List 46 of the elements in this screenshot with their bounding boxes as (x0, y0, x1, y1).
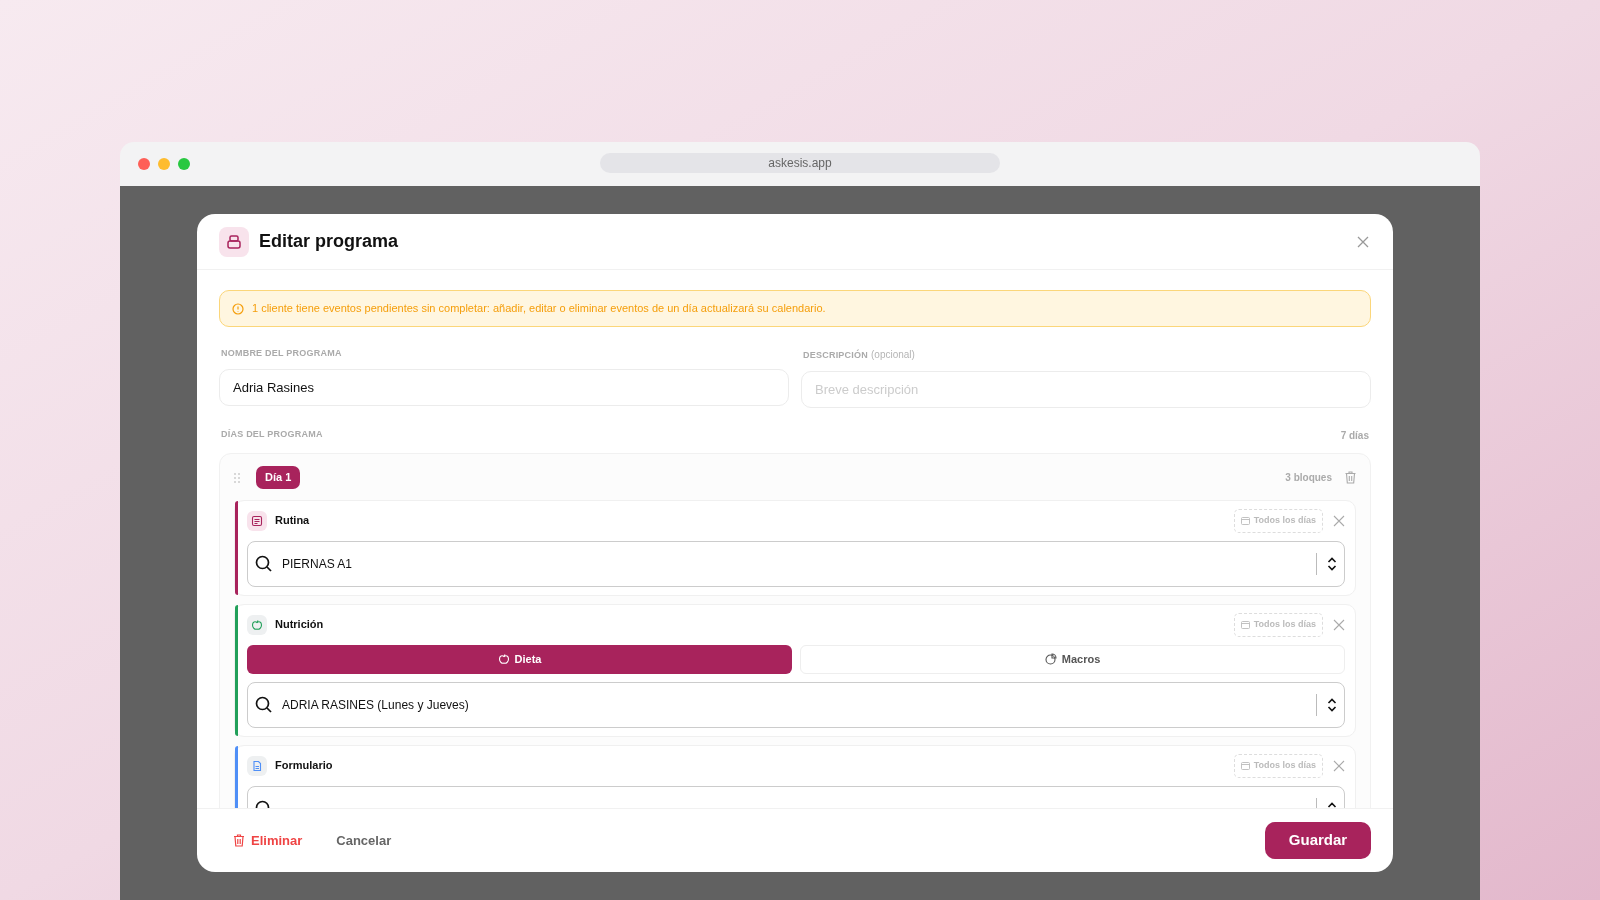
text-field[interactable]: Adria Rasines (219, 368, 789, 406)
block-title: Rutina (275, 513, 310, 529)
block-title: Nutrición (275, 617, 324, 633)
apple-icon (497, 653, 510, 665)
remove-icon[interactable] (1333, 759, 1345, 772)
selected-value: ADRIA RASINES (Lunes y Jueves) (282, 696, 470, 714)
search-select[interactable]: PIERNAS A1 (247, 540, 1345, 587)
calendar-icon (1240, 620, 1250, 629)
info-icon (232, 302, 244, 315)
maximize-window-icon[interactable] (178, 158, 190, 170)
program-icon (219, 226, 249, 257)
remove-icon[interactable] (1333, 618, 1345, 631)
section-label: DÍAS DEL PROGRAMA (221, 427, 323, 441)
alert-text: 1 cliente tiene eventos pendientes sin completar: añadir, editar o eliminar eventos de un día actualizará su calendario. (252, 301, 826, 317)
day-count: 7 días (1340, 428, 1369, 443)
trash-icon[interactable] (1345, 471, 1356, 484)
selected-value: PIERNAS A1 (282, 555, 354, 573)
document-icon (247, 755, 267, 776)
dialog-title: Editar programa (259, 230, 399, 253)
block-count: 3 bloques (1285, 471, 1332, 485)
save-button[interactable]: Guardar (1265, 822, 1371, 859)
delete-button[interactable]: Eliminar (233, 830, 303, 851)
calendar-icon (1240, 516, 1250, 525)
field-label: NOMBRE DEL PROGRAMA (221, 347, 342, 360)
search-icon (255, 555, 272, 572)
field-label: DESCRIPCIÓN (803, 349, 868, 362)
chevron-up-down-icon[interactable] (1327, 556, 1337, 571)
minimize-window-icon[interactable] (158, 158, 170, 170)
day-badge: Día 1 (256, 466, 301, 489)
pie-chart-icon (1044, 653, 1057, 665)
address-bar[interactable]: askesis.app (600, 153, 1000, 173)
cancel-button[interactable]: Cancelar (336, 830, 392, 851)
trash-icon (233, 834, 245, 847)
apple-icon (247, 614, 267, 635)
search-icon (255, 696, 272, 713)
chevron-up-down-icon[interactable] (1327, 697, 1337, 712)
segment-tab[interactable]: Dieta (247, 644, 792, 674)
segment-tab[interactable]: Macros (800, 644, 1345, 674)
remove-icon[interactable] (1333, 514, 1345, 527)
drag-handle-icon[interactable] (234, 472, 240, 483)
optional-note: (opcional) (871, 348, 915, 362)
calendar-icon (1240, 761, 1250, 770)
block-title: Formulario (275, 758, 333, 774)
close-window-icon[interactable] (138, 158, 150, 170)
search-select[interactable]: ADRIA RASINES (Lunes y Jueves) (247, 681, 1345, 728)
list-icon (247, 510, 267, 531)
